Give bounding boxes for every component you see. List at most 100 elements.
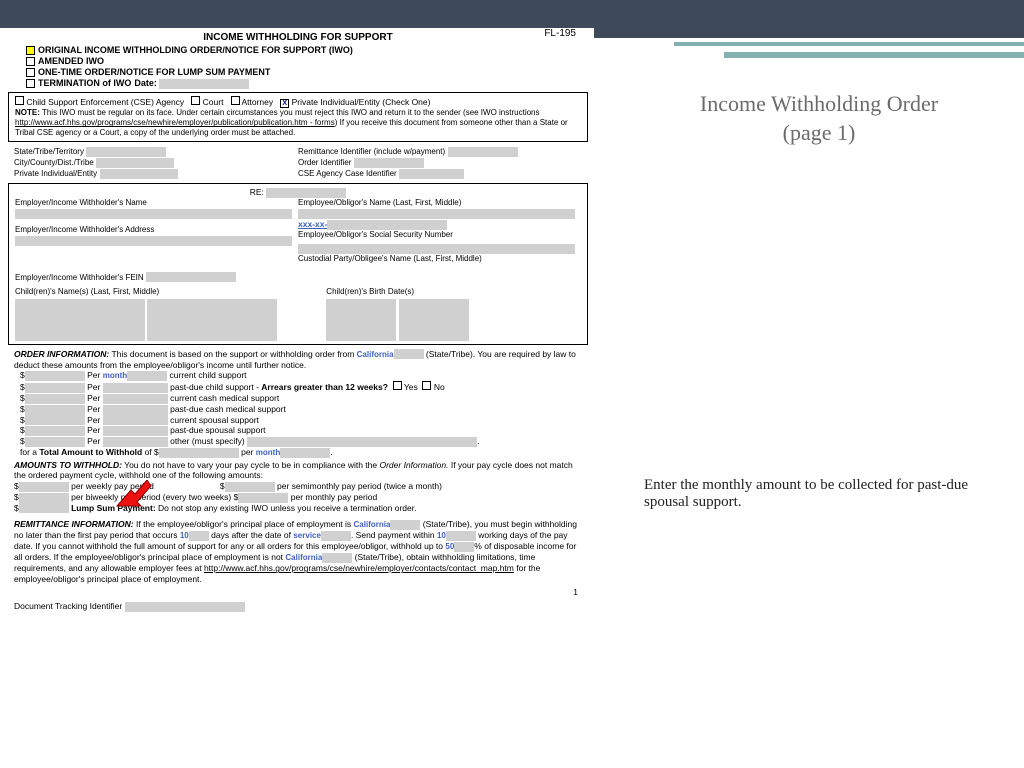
line4: past-due cash medical support	[170, 404, 286, 414]
total-field[interactable]	[159, 448, 239, 458]
slide-top-border-right	[594, 28, 1024, 38]
per4f[interactable]	[103, 405, 168, 415]
other-field[interactable]	[247, 437, 477, 447]
order-state-field[interactable]	[394, 349, 424, 359]
re-field[interactable]	[266, 188, 346, 198]
label-court: Court	[203, 97, 224, 107]
child-name-2[interactable]	[147, 299, 277, 341]
slide-top-border	[0, 0, 1024, 28]
aw1[interactable]	[19, 482, 69, 492]
per1f[interactable]	[127, 371, 167, 381]
form-code: FL-195	[544, 28, 576, 41]
note-text: This IWO must be regular on its face. Un…	[40, 108, 540, 117]
aw3[interactable]	[19, 493, 69, 503]
checkbox-court[interactable]	[191, 96, 200, 105]
line6: past-due spousal support	[170, 425, 265, 435]
arrears: Arrears greater than 12 weeks?	[261, 382, 388, 392]
id-order: Order Identifier	[298, 158, 351, 167]
slide-accent-1	[674, 42, 1024, 50]
panel-title-2: (page 1)	[783, 120, 856, 145]
line7: other (must specify)	[170, 436, 245, 446]
rid2: 10	[437, 531, 446, 540]
child-dob-1[interactable]	[326, 299, 396, 341]
child-dob-2[interactable]	[399, 299, 469, 341]
risrv: service	[293, 531, 321, 540]
amt3[interactable]	[25, 394, 85, 404]
checkbox-private[interactable]: X	[280, 99, 289, 108]
rilink[interactable]: http://www.acf.hhs.gov/programs/cse/newh…	[204, 563, 514, 573]
ristate2f[interactable]	[322, 553, 352, 563]
field-case[interactable]	[399, 169, 464, 179]
obligor-field[interactable]	[298, 209, 575, 219]
per5f[interactable]	[103, 415, 168, 425]
amt2[interactable]	[25, 383, 85, 393]
awa2: per semimonthly pay period (twice a mont…	[277, 481, 442, 491]
child-name-1[interactable]	[15, 299, 145, 341]
page-number: 1	[8, 587, 578, 598]
yes: Yes	[404, 382, 418, 392]
slide-accent-2	[724, 52, 1024, 58]
line3: current cash medical support	[170, 393, 279, 403]
field-remit[interactable]	[448, 147, 518, 157]
emp-addr-field[interactable]	[15, 236, 292, 246]
rid1f[interactable]	[189, 531, 209, 541]
note-link[interactable]: http://www.acf.hhs.gov/programs/cse/newh…	[15, 118, 335, 127]
custodial-label: Custodial Party/Obligee's Name (Last, Fi…	[298, 254, 581, 264]
checkbox-onetime[interactable]	[26, 68, 35, 77]
amt6[interactable]	[25, 426, 85, 436]
custodial-field[interactable]	[298, 244, 575, 254]
per3: Per	[87, 393, 100, 403]
id-state: State/Tribe/Territory	[14, 147, 84, 156]
field-priv[interactable]	[100, 169, 178, 179]
per7f[interactable]	[103, 437, 168, 447]
totmonth: month	[256, 448, 280, 457]
ssn-field[interactable]	[327, 220, 447, 230]
awt: You do not have to vary your pay cycle t…	[122, 460, 380, 470]
awa4: per monthly pay period	[291, 492, 377, 502]
order-info-header: ORDER INFORMATION:	[14, 349, 109, 359]
aw2[interactable]	[225, 482, 275, 492]
aw4[interactable]	[238, 493, 288, 503]
id-priv: Private Individual/Entity	[14, 169, 97, 178]
ripct: 50	[445, 542, 454, 551]
field-state[interactable]	[86, 147, 166, 157]
rid1: 10	[180, 531, 189, 540]
amt1[interactable]	[25, 371, 85, 381]
rid2f[interactable]	[446, 531, 476, 541]
aw5[interactable]	[19, 503, 69, 513]
checkbox-attorney[interactable]	[231, 96, 240, 105]
fein-field[interactable]	[146, 272, 236, 282]
per1: Per	[87, 370, 100, 380]
rit: If the employee/obligor's principal plac…	[134, 519, 354, 529]
children-name-label: Child(ren)'s Name(s) (Last, First, Middl…	[15, 287, 326, 297]
field-order[interactable]	[354, 158, 424, 168]
rit3: . Send payment within	[351, 530, 437, 540]
emp-name-field[interactable]	[15, 209, 292, 219]
checkbox-termination[interactable]	[26, 79, 35, 88]
checkbox-cse[interactable]	[15, 96, 24, 105]
checkbox-original[interactable]	[26, 46, 35, 55]
per3f[interactable]	[103, 394, 168, 404]
checkbox-arrears-no[interactable]	[422, 381, 431, 390]
checkbox-arrears-yes[interactable]	[393, 381, 402, 390]
per6f[interactable]	[103, 426, 168, 436]
month1: month	[103, 371, 127, 380]
total-per-field[interactable]	[280, 448, 330, 458]
awoi: Order Information.	[379, 460, 448, 470]
checkone-section: Child Support Enforcement (CSE) Agency C…	[8, 92, 588, 143]
amt4[interactable]	[25, 405, 85, 415]
risrvf[interactable]	[321, 531, 351, 541]
ripctf[interactable]	[454, 542, 474, 552]
remit-header: REMITTANCE INFORMATION:	[14, 519, 134, 529]
checkbox-amended[interactable]	[26, 57, 35, 66]
amt7[interactable]	[25, 437, 85, 447]
ristatef[interactable]	[390, 520, 420, 530]
dti-label: Document Tracking Identifier	[14, 601, 122, 611]
per2f[interactable]	[103, 383, 168, 393]
field-city[interactable]	[96, 158, 174, 168]
amt5[interactable]	[25, 415, 85, 425]
ssn-value: xxx-xx-	[298, 219, 327, 229]
date-field[interactable]	[159, 79, 249, 89]
dti-field[interactable]	[125, 602, 245, 612]
per4: Per	[87, 404, 100, 414]
